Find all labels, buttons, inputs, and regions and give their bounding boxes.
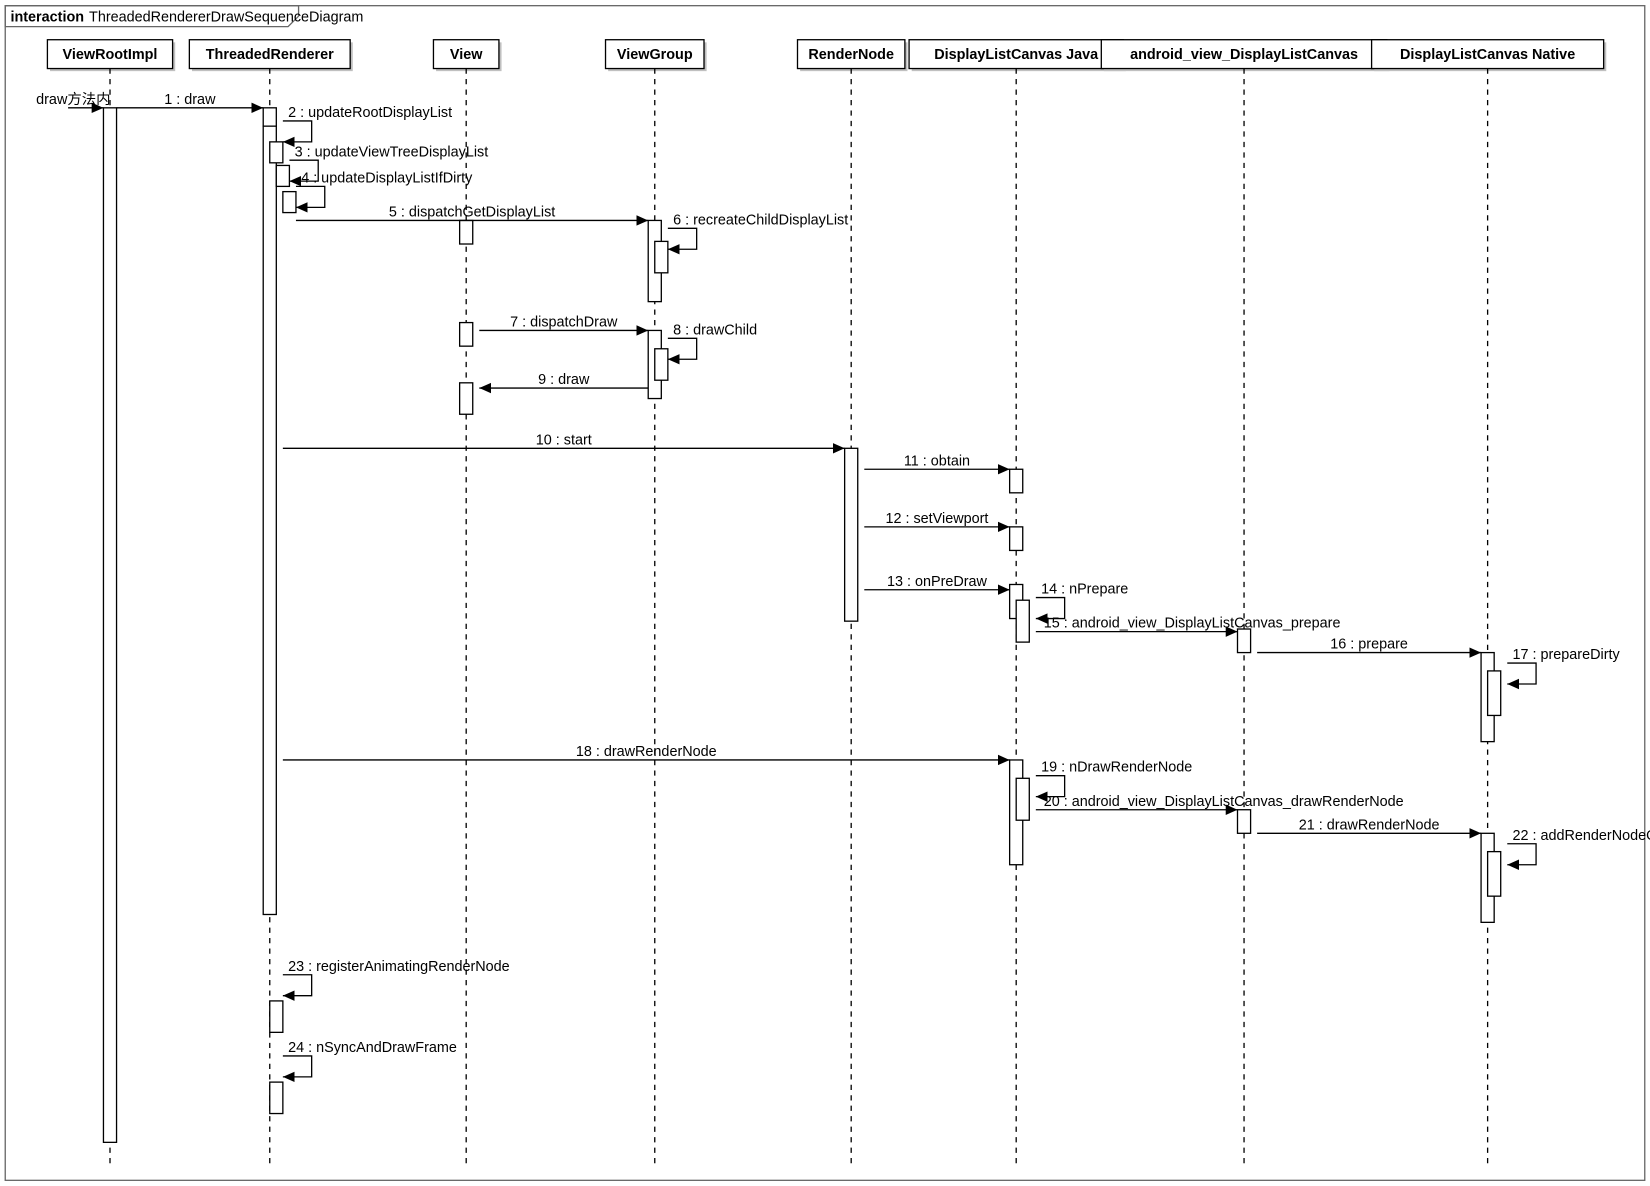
msg-4: 4 : updateDisplayListIfDirty [296,170,473,207]
svg-text:DisplayListCanvas Native: DisplayListCanvas Native [1400,47,1575,63]
svg-text:draw方法内: draw方法内 [36,91,110,108]
msg-9: 9 : draw [479,372,648,388]
frame-keyword: interaction [10,9,84,25]
messages: draw方法内 1 : draw 2 : updateRootDisplayList… [36,91,1650,1077]
msg-24: 24 : nSyncAndDrawFrame [283,1040,457,1077]
msg-21: 21 : drawRenderNode [1257,817,1481,833]
msg-22: 22 : addRenderNodeOp [1507,828,1650,865]
svg-text:View: View [450,47,483,63]
svg-text:20 : android_view_DisplayListC: 20 : android_view_DisplayListCanvas_draw… [1044,794,1404,810]
svg-text:ViewRootImpl: ViewRootImpl [63,47,158,63]
msg-11: 11 : obtain [864,453,1009,469]
svg-text:ViewGroup: ViewGroup [617,47,693,63]
msg-19: 19 : nDrawRenderNode [1036,760,1192,797]
svg-text:3 : updateViewTreeDisplayList: 3 : updateViewTreeDisplayList [295,144,489,160]
svg-text:2 : updateRootDisplayList: 2 : updateRootDisplayList [288,105,452,121]
svg-text:22 : addRenderNodeOp: 22 : addRenderNodeOp [1513,828,1650,844]
svg-text:18 : drawRenderNode: 18 : drawRenderNode [576,744,717,760]
svg-text:14 : nPrepare: 14 : nPrepare [1041,582,1128,598]
msg-23: 23 : registerAnimatingRenderNode [283,959,510,996]
msg-6: 6 : recreateChildDisplayList [668,212,848,249]
svg-text:21 : drawRenderNode: 21 : drawRenderNode [1299,817,1440,833]
svg-text:15 : android_view_DisplayListC: 15 : android_view_DisplayListCanvas_prep… [1044,616,1341,632]
msg-16: 16 : prepare [1257,637,1481,653]
msg-20: 20 : android_view_DisplayListCanvas_draw… [1036,794,1404,810]
msg-7: 7 : dispatchDraw [479,315,648,331]
svg-text:23 : registerAnimatingRenderNo: 23 : registerAnimatingRenderNode [288,959,510,975]
svg-text:5 : dispatchGetDisplayList: 5 : dispatchGetDisplayList [389,205,555,221]
msg-5: 5 : dispatchGetDisplayList [296,205,648,221]
svg-text:6 : recreateChildDisplayList: 6 : recreateChildDisplayList [673,212,848,228]
msg-13: 13 : onPreDraw [864,574,1009,590]
svg-text:ThreadedRenderer: ThreadedRenderer [206,47,334,63]
msg-18: 18 : drawRenderNode [283,744,1010,760]
msg-12: 12 : setViewport [864,511,1009,527]
svg-text:13 : onPreDraw: 13 : onPreDraw [887,574,988,590]
msg-15: 15 : android_view_DisplayListCanvas_prep… [1036,616,1341,632]
svg-text:19 : nDrawRenderNode: 19 : nDrawRenderNode [1041,760,1192,776]
svg-text:9 : draw: 9 : draw [538,372,590,388]
msg-14: 14 : nPrepare [1036,582,1128,619]
svg-text:10 : start: 10 : start [536,432,592,448]
svg-text:android_view_DisplayListCanvas: android_view_DisplayListCanvas [1130,47,1358,63]
msg-1: 1 : draw [117,92,264,108]
svg-text:DisplayListCanvas Java: DisplayListCanvas Java [934,47,1099,63]
msg-2: 2 : updateRootDisplayList [283,105,452,142]
svg-text:24 : nSyncAndDrawFrame: 24 : nSyncAndDrawFrame [288,1040,457,1056]
svg-text:16 : prepare: 16 : prepare [1330,637,1408,653]
svg-text:RenderNode: RenderNode [808,47,894,63]
sequence-diagram: interaction ThreadedRendererDrawSequence… [0,0,1650,1186]
svg-text:12 : setViewport: 12 : setViewport [885,511,988,527]
msg-17: 17 : prepareDirty [1507,647,1620,684]
svg-text:4 : updateDisplayListIfDirty: 4 : updateDisplayListIfDirty [301,170,473,186]
msg-10: 10 : start [283,432,845,448]
svg-text:1 : draw: 1 : draw [164,92,216,108]
svg-text:11 : obtain: 11 : obtain [904,453,970,469]
frame-name: ThreadedRendererDrawSequenceDiagram [89,9,363,25]
msg-8: 8 : drawChild [668,322,757,359]
svg-text:17 : prepareDirty: 17 : prepareDirty [1513,647,1621,663]
svg-text:7 : dispatchDraw: 7 : dispatchDraw [510,315,618,331]
svg-text:8 : drawChild: 8 : drawChild [673,322,757,338]
